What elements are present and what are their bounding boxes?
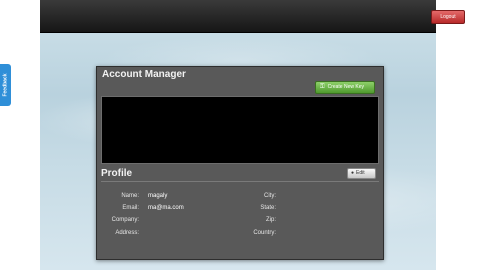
address-label: Address: — [115, 230, 139, 236]
state-label: State: — [260, 205, 276, 211]
feedback-label: Feedback — [2, 73, 9, 97]
key-icon: ⚿ — [320, 84, 325, 90]
country-label: Country: — [253, 230, 276, 236]
zip-label: Zip: — [265, 217, 276, 223]
feedback-tab[interactable]: Feedback — [0, 64, 11, 106]
edit-profile-button[interactable]: ● Edit — [347, 168, 376, 179]
city-label: City: — [264, 193, 276, 199]
keys-list-area — [101, 96, 379, 164]
name-label: Name: — [121, 193, 139, 199]
account-manager-panel: Account Manager ⚿ Create New Key Profile… — [96, 66, 384, 260]
create-new-key-button[interactable]: ⚿ Create New Key — [315, 81, 375, 94]
edit-label: Edit — [356, 170, 365, 176]
profile-title: Profile — [101, 168, 133, 179]
email-value: ma@ma.com — [148, 205, 184, 211]
user-icon: ● — [351, 170, 355, 176]
top-bar: Logout — [40, 0, 465, 33]
email-label: Email: — [122, 205, 139, 211]
name-value: magaly — [148, 193, 168, 199]
logout-button[interactable]: Logout — [431, 10, 465, 24]
account-manager-title: Account Manager — [102, 69, 186, 80]
create-new-key-label: Create New Key — [327, 84, 364, 90]
company-label: Company: — [111, 217, 139, 223]
profile-divider — [101, 181, 379, 182]
